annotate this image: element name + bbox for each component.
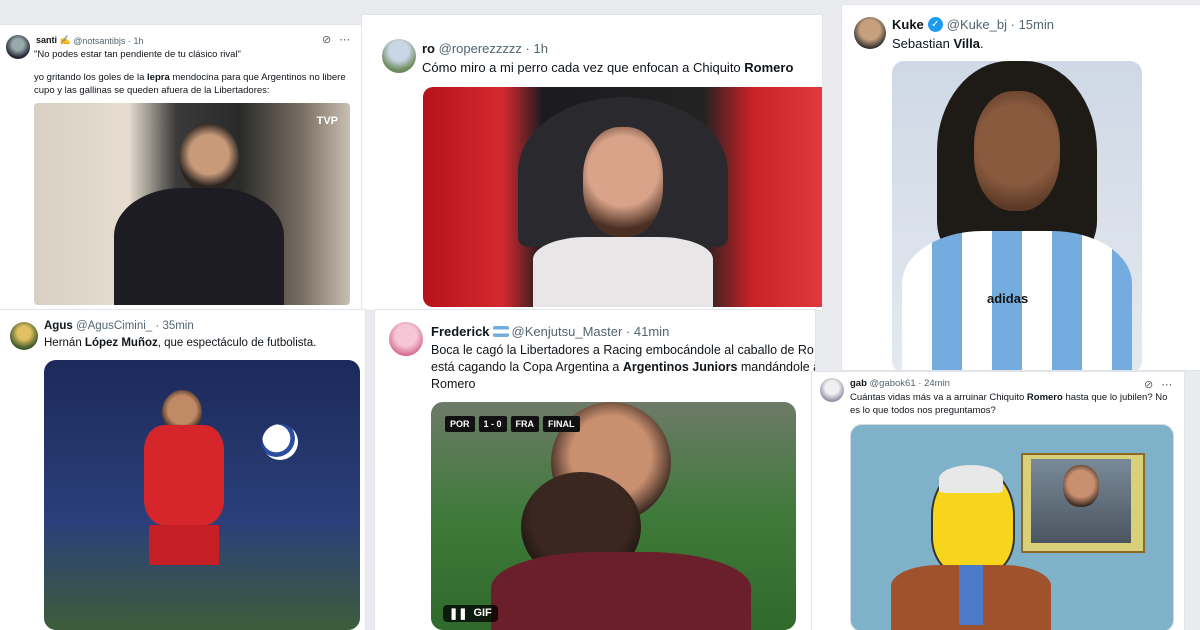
tweet-text: Cómo miro a mi perro cada vez que enfoca…: [422, 60, 794, 75]
avatar[interactable]: [854, 17, 886, 49]
user-handle[interactable]: @Kenjutsu_Master: [512, 324, 623, 339]
timestamp[interactable]: 24min: [924, 378, 950, 389]
tweet-text: "No podes estar tan pendiente de tu clás…: [34, 49, 354, 97]
tweet-gab[interactable]: gab @gabok61 · 24min ⊘ ⋯ Cuántas vidas m…: [812, 372, 1184, 630]
more-icon[interactable]: ⋯: [339, 33, 350, 46]
score-value: 1 - 0: [478, 416, 507, 432]
tweet-media[interactable]: [423, 87, 822, 307]
tweet-santi[interactable]: santi ✍ @notsantibjs · 1h ⊘ ⋯ "No podes …: [0, 25, 362, 310]
timestamp[interactable]: 41min: [634, 324, 669, 339]
display-name[interactable]: santi ✍: [36, 35, 71, 46]
timestamp[interactable]: 15min: [1019, 17, 1054, 32]
display-name[interactable]: Kuke: [892, 17, 924, 32]
scoreboard: POR 1 - 0 FRA FINAL: [445, 416, 580, 432]
score-status: FINAL: [543, 416, 580, 432]
user-handle[interactable]: @AgusCimini_: [76, 320, 152, 332]
text-line: cupo y las gallinas se queden afuera de …: [34, 84, 270, 96]
verified-badge-icon: ✓: [927, 17, 943, 32]
text-line: Cuántas vidas más va a arruinar Chiquito…: [850, 392, 1168, 403]
tweet-media[interactable]: adidas: [892, 61, 1142, 370]
timestamp[interactable]: 1h: [534, 41, 548, 56]
avatar[interactable]: [389, 322, 423, 356]
display-name[interactable]: gab: [850, 378, 867, 389]
separator: ·: [525, 41, 530, 56]
text-line: está cagando la Copa Argentina a Argenti…: [431, 359, 815, 374]
separator: ·: [127, 35, 131, 46]
tweet-actions: ⊘ ⋯: [1144, 378, 1172, 391]
timestamp[interactable]: 35min: [162, 320, 193, 332]
tweet-kuke[interactable]: Kuke ✓ @Kuke_bj · 15min Sebastian Villa.…: [842, 5, 1200, 370]
more-icon[interactable]: ⋯: [1161, 378, 1172, 391]
tweet-text: Sebastian Villa.: [892, 36, 984, 51]
user-handle[interactable]: @notsantibjs: [73, 36, 125, 46]
text-line: Romero: [431, 376, 476, 391]
tweet-agus[interactable]: Agus @AgusCimini_ · 35min Hernán López M…: [0, 310, 365, 630]
tweet-header: santi ✍ @notsantibjs · 1h: [36, 35, 143, 46]
tweet-frederick[interactable]: Frederick @Kenjutsu_Master · 41min Boca …: [375, 310, 815, 630]
separator: ·: [625, 324, 631, 339]
avatar[interactable]: [382, 39, 416, 73]
tv-logo: TVP: [316, 115, 338, 127]
separator: ·: [155, 320, 160, 332]
tweet-media[interactable]: TVP: [34, 103, 350, 305]
separator: ·: [1010, 17, 1015, 32]
tweet-header: Kuke ✓ @Kuke_bj · 15min: [892, 17, 1054, 32]
tweet-header: Agus @AgusCimini_ · 35min: [44, 320, 194, 332]
gif-badge[interactable]: ❚❚ GIF: [443, 605, 498, 622]
separator: ·: [918, 378, 922, 389]
tweet-header: gab @gabok61 · 24min: [850, 378, 950, 389]
tweet-text: Boca le cagó la Libertadores a Racing em…: [431, 342, 815, 393]
jersey-brand: adidas: [987, 291, 1029, 306]
text-line: Boca le cagó la Libertadores a Racing em…: [431, 343, 814, 357]
tweet-header: Frederick @Kenjutsu_Master · 41min: [431, 324, 669, 339]
user-handle[interactable]: @Kuke_bj: [947, 17, 1007, 32]
team-away: FRA: [510, 416, 540, 432]
tweet-actions: ⊘ ⋯: [322, 33, 350, 46]
tweet-media[interactable]: [850, 424, 1174, 630]
team-home: POR: [445, 416, 475, 432]
tweet-ro[interactable]: ro @roperezzzzz · 1h Cómo miro a mi perr…: [362, 15, 822, 310]
display-name[interactable]: ro: [422, 41, 435, 56]
timestamp[interactable]: 1h: [133, 36, 143, 46]
tweet-text: Cuántas vidas más va a arruinar Chiquito…: [850, 392, 1167, 418]
pause-icon[interactable]: ❚❚: [449, 607, 467, 620]
grok-icon[interactable]: ⊘: [1144, 378, 1153, 391]
text-line: es lo que todos nos preguntamos?: [850, 404, 996, 416]
user-handle[interactable]: @gabok61: [870, 378, 916, 389]
user-handle[interactable]: @roperezzzzz: [439, 41, 522, 56]
argentina-flag-icon: [492, 326, 509, 337]
display-name[interactable]: Frederick: [431, 324, 490, 339]
avatar[interactable]: [10, 322, 38, 350]
gif-label: GIF: [473, 607, 492, 619]
tweet-media[interactable]: [44, 360, 360, 630]
avatar[interactable]: [820, 378, 844, 402]
tweet-header: ro @roperezzzzz · 1h: [422, 41, 548, 56]
text-line: yo gritando los goles de la lepra mendoc…: [34, 71, 346, 83]
tweet-media[interactable]: POR 1 - 0 FRA FINAL ❚❚ GIF: [431, 402, 796, 630]
display-name[interactable]: Agus: [44, 320, 73, 332]
tweet-text: Hernán López Muñoz, que espectáculo de f…: [44, 337, 317, 349]
avatar[interactable]: [6, 35, 30, 59]
text-line: "No podes estar tan pendiente de tu clás…: [34, 49, 241, 60]
grok-icon[interactable]: ⊘: [322, 33, 331, 46]
